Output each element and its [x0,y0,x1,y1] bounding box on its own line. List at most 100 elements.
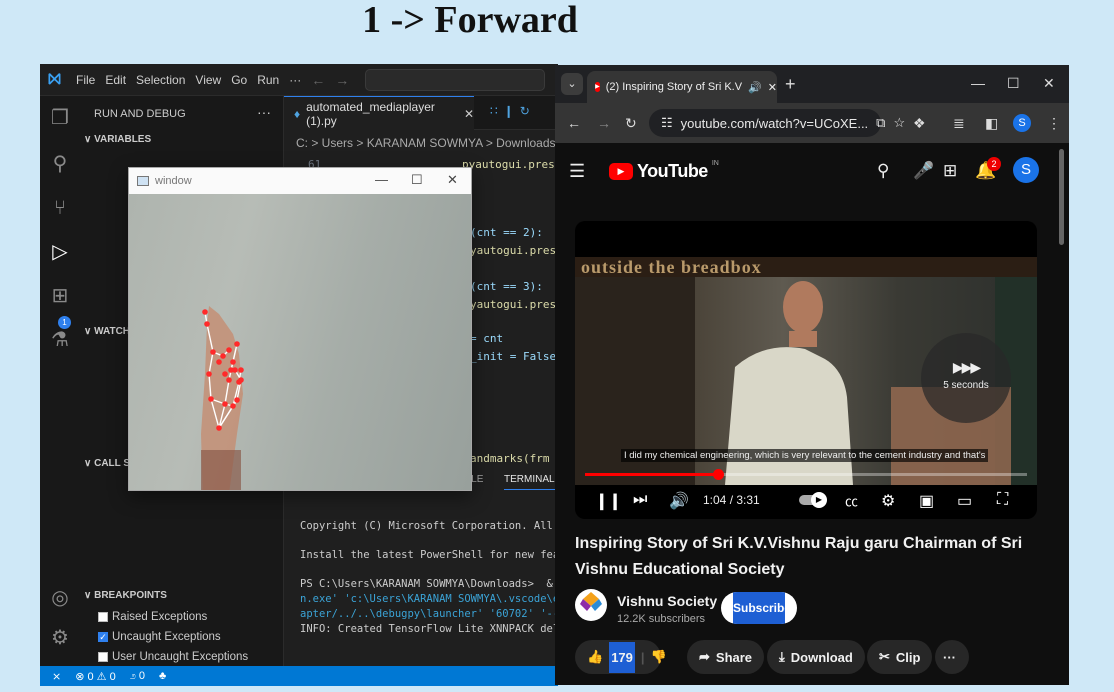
clip-button[interactable]: ✂ Clip [867,640,933,674]
side-panel-icon[interactable]: ◧ [985,115,998,132]
close-icon[interactable]: ✕ [447,172,458,188]
menu-selection[interactable]: Selection [136,73,185,87]
more-actions-button[interactable]: ··· [935,640,969,674]
close-icon[interactable]: ✕ [1043,75,1055,92]
panel-tab-terminal[interactable]: TERMINAL [504,474,555,490]
microphone-icon[interactable]: 🎤 [913,161,934,181]
tab-search-icon[interactable]: ⌄ [561,73,583,95]
breakpoint-uncaught-exceptions[interactable]: ✓ Uncaught Exceptions [98,631,221,643]
theater-mode-icon[interactable]: ▭ [957,491,972,511]
maximize-icon[interactable]: ☐ [1007,75,1020,92]
site-info-icon[interactable]: ☷ [661,115,673,131]
window-app-icon [137,176,149,186]
next-icon[interactable]: ⏭ [633,491,647,509]
minimize-icon[interactable]: — [971,75,985,91]
menu-kebab-icon[interactable]: ⋮ [1047,115,1061,132]
autoplay-toggle[interactable]: ▶ [799,492,827,508]
explorer-icon[interactable]: ❐ [48,106,72,130]
address-bar[interactable]: ☷ youtube.com/watch?v=UCoXE... ⧉ ☆ [649,109,905,137]
checkbox-checked[interactable]: ✓ [98,632,108,642]
camera-window: window — ☐ ✕ [128,167,472,491]
checkbox[interactable] [98,652,108,662]
browser-tab-youtube[interactable]: ▶ (2) Inspiring Story of Sri K.V 🔊 ✕ [587,71,777,103]
menu-view[interactable]: View [195,73,221,87]
page-scrollbar[interactable] [1059,149,1064,245]
thumbs-down-icon[interactable]: 👎 [651,649,667,665]
menu-file[interactable]: File [76,73,95,87]
python-file-icon: ♦ [294,106,301,121]
youtube-logo[interactable]: ▶ YouTube IN [609,160,719,182]
youtube-favicon-icon: ▶ [595,82,600,92]
video-frame[interactable]: outside the breadbox ▶▶▶ 5 seconds I did… [575,257,1037,485]
forward-icon[interactable]: → [597,115,611,131]
profile-avatar[interactable]: S [1013,114,1031,132]
hamburger-menu-icon[interactable]: ☰ [569,161,585,182]
menu-run[interactable]: Run [257,73,279,87]
volume-icon[interactable]: 🔊 [669,491,689,511]
channel-avatar[interactable] [575,589,607,621]
sidebar-more-button[interactable]: ··· [257,104,271,120]
section-variables[interactable]: ∨ VARIABLES [84,134,151,145]
code-line: (cnt == 2): [470,226,543,239]
menu-more[interactable]: ··· [289,73,301,87]
cast-icon[interactable]: ⧉ [876,115,885,131]
run-debug-icon[interactable]: ▷ [48,240,72,264]
search-icon[interactable]: ⚲ [48,152,72,176]
search-icon[interactable]: ⚲ [877,161,889,181]
share-button[interactable]: ➦ Share [687,640,765,674]
debug-status-icon[interactable]: ♣ [159,670,166,682]
nav-back-icon[interactable]: ← [311,72,325,88]
debug-toolbar[interactable]: ∷❙↻ [490,104,536,118]
section-watch[interactable]: ∨ WATCH [84,326,130,337]
account-avatar[interactable]: S [1013,157,1039,183]
channel-name[interactable]: Vishnu Society [617,593,717,609]
youtube-masthead: ☰ ▶ YouTube IN ⚲ 🎤 ⊞ 🔔 2 S [555,143,1069,199]
close-icon[interactable]: ✕ [768,81,777,94]
breadcrumb[interactable]: C: > Users > KARANAM SOWMYA > Downloads … [296,136,558,150]
source-control-icon[interactable]: ⑂ [48,196,72,220]
video-progress-bar[interactable] [585,469,1027,480]
maximize-icon[interactable]: ☐ [411,172,423,188]
pause-icon[interactable]: ❙❙ [595,491,622,511]
breakpoint-user-uncaught-exceptions[interactable]: User Uncaught Exceptions [98,651,248,663]
close-icon[interactable]: ✕ [464,107,474,121]
section-breakpoints[interactable]: ∨ BREAKPOINTS [84,590,167,601]
back-icon[interactable]: ← [567,115,581,131]
download-button[interactable]: ⤓ Download [767,640,865,674]
problems-status[interactable]: ⊗ 0 ⚠ 0 [75,670,115,683]
command-center-search[interactable] [365,68,546,91]
extensions-icon[interactable]: ⊞ [48,284,72,308]
video-player[interactable]: outside the breadbox ▶▶▶ 5 seconds I did… [575,221,1037,519]
code-line: = cnt [470,332,504,345]
subscribe-button[interactable]: Subscribe [721,592,797,624]
fullscreen-icon[interactable]: ⛶ [997,491,1008,509]
code-line: yautogui.press [470,298,558,311]
checkbox[interactable] [98,612,108,622]
breakpoint-raised-exceptions[interactable]: Raised Exceptions [98,611,207,623]
settings-gear-icon[interactable]: ⚙ [48,626,72,650]
reading-list-icon[interactable]: ≣ [953,115,965,132]
remote-icon[interactable]: ⨯ [52,670,61,683]
create-video-icon[interactable]: ⊞ [943,161,957,181]
terminal-line: INFO: Created TensorFlow Lite XNNPACK de… [300,623,558,635]
nav-forward-icon[interactable]: → [335,72,349,88]
reload-icon[interactable]: ↻ [625,115,637,132]
new-tab-icon[interactable]: + [785,74,796,95]
extensions-icon[interactable]: ❖ [913,115,926,132]
captions-icon[interactable]: ㏄ [845,491,858,510]
ports-status[interactable]: ೨ 0 [130,670,145,683]
like-button[interactable]: 👍 179 | 👎 [575,640,667,674]
testing-icon[interactable]: ⚗ [48,328,72,352]
settings-gear-icon[interactable]: ⚙ [881,491,895,511]
thumbs-up-icon: 👍 [587,649,604,664]
tab-automated-mediaplayer[interactable]: ♦ automated_mediaplayer (1).py ✕ [284,96,474,130]
account-icon[interactable]: ◎ [48,586,72,610]
menu-edit[interactable]: Edit [105,73,126,87]
miniplayer-icon[interactable]: ▣ [919,491,934,511]
minimize-icon[interactable]: — [375,172,388,187]
skip-forward-overlay[interactable]: ▶▶▶ 5 seconds [921,333,1011,423]
audio-playing-icon[interactable]: 🔊 [748,81,762,94]
menu-go[interactable]: Go [231,73,247,87]
progress-scrubber-handle[interactable] [712,469,724,480]
bookmark-star-icon[interactable]: ☆ [893,115,905,131]
